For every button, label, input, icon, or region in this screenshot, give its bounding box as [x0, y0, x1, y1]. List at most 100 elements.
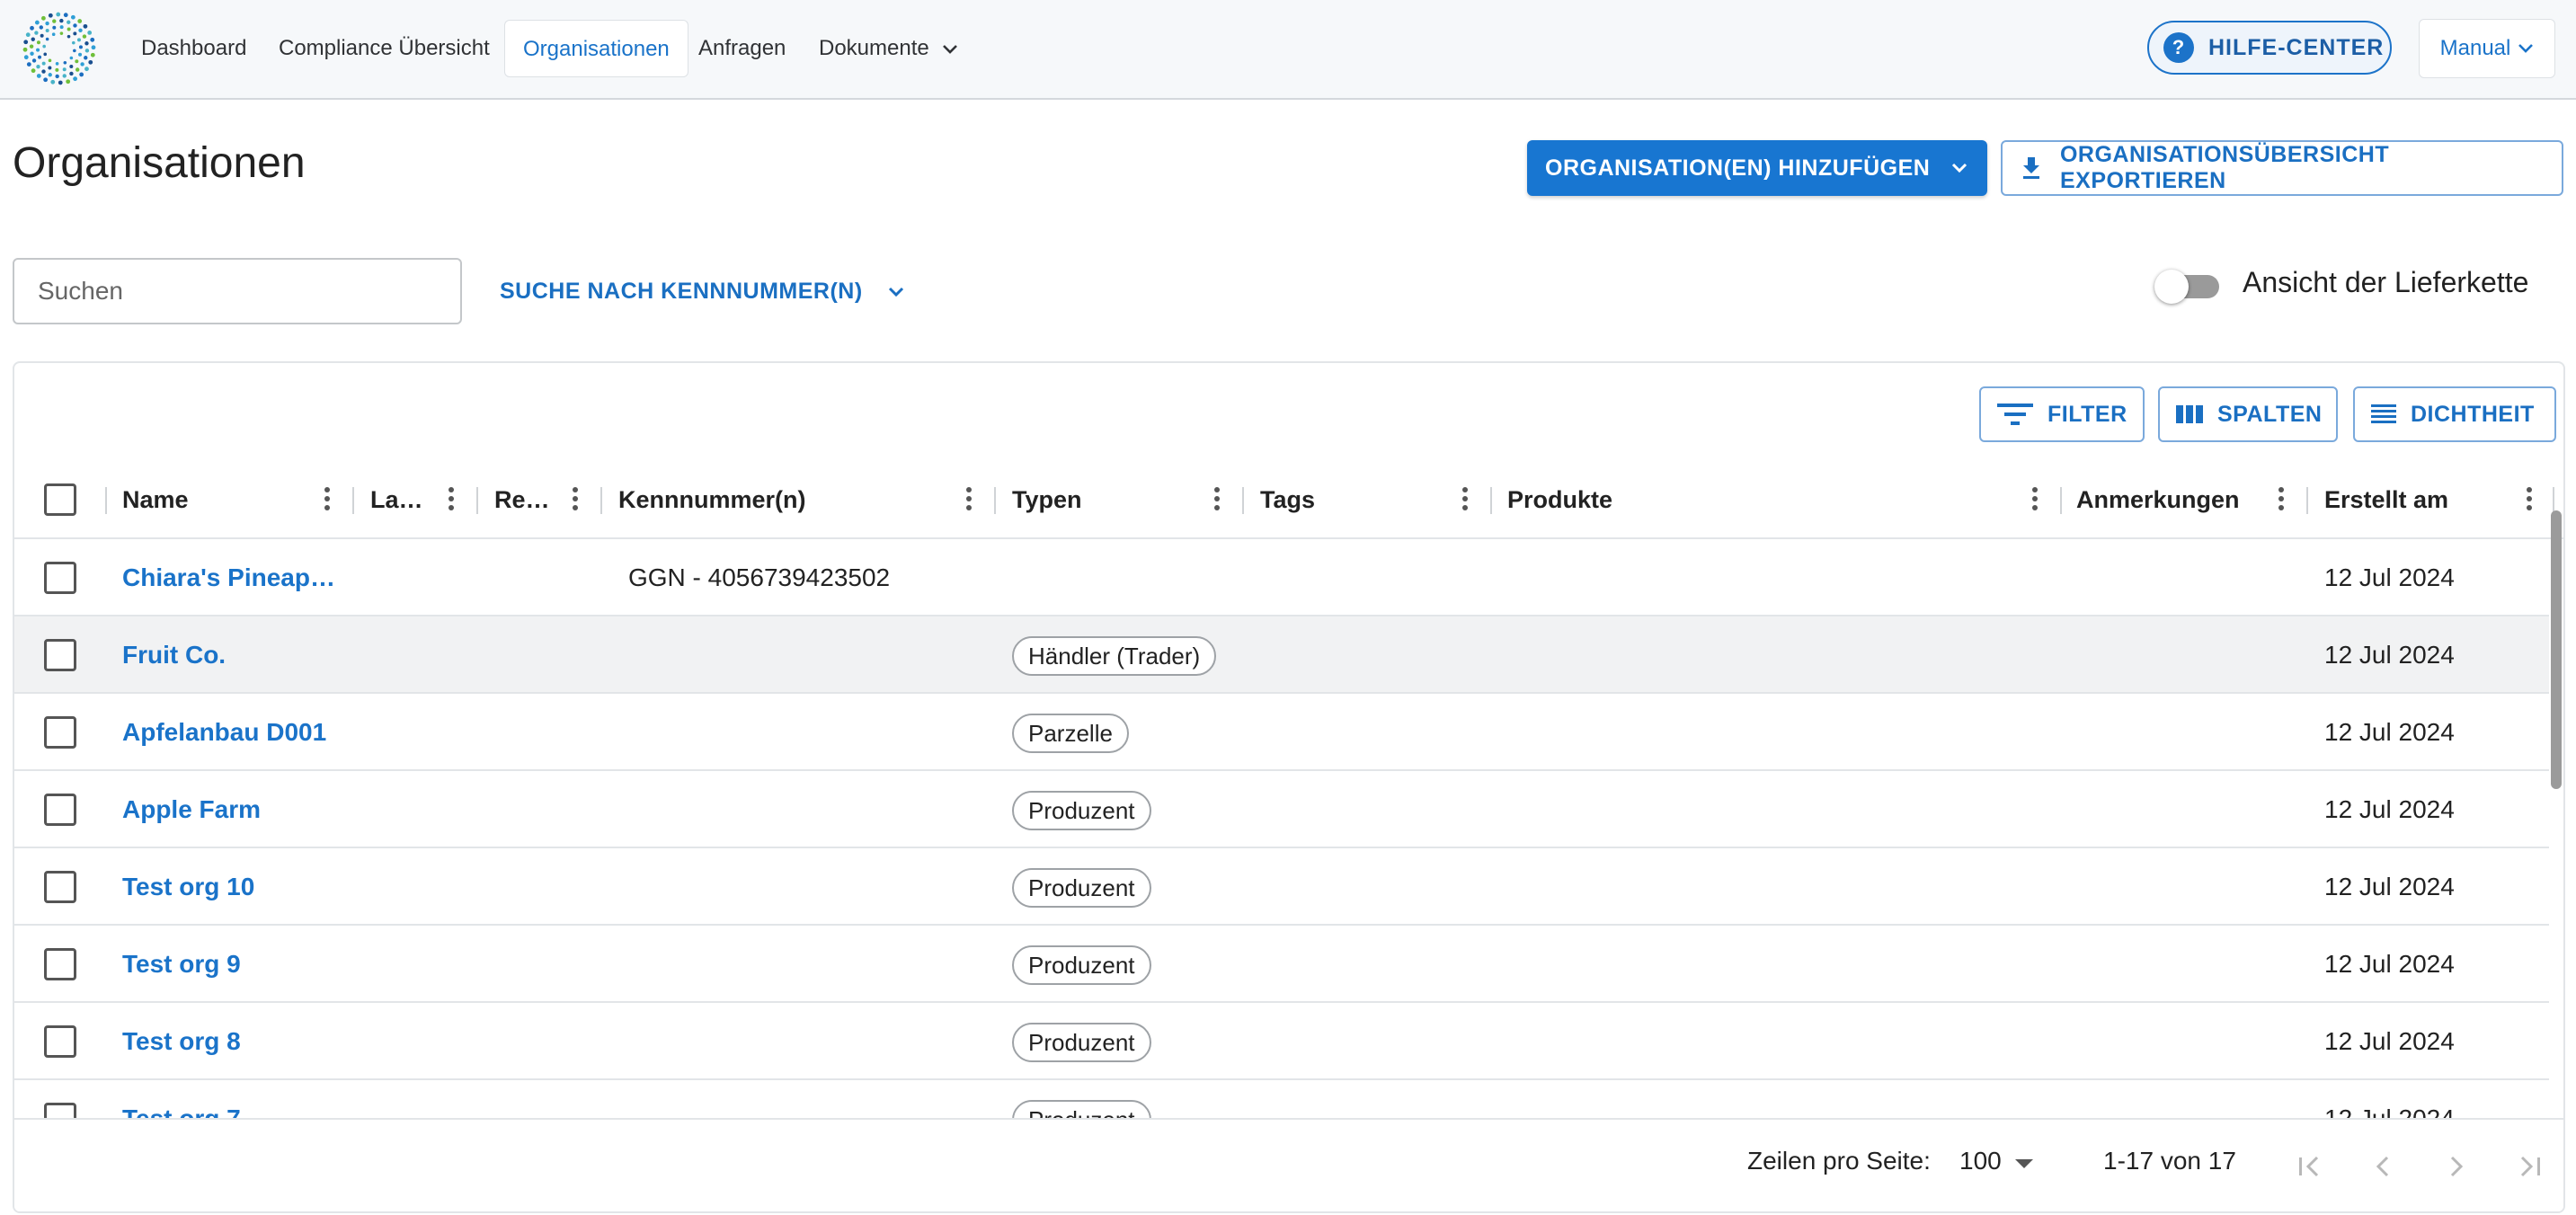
chevron-down-icon	[1951, 163, 1968, 173]
logo-icon[interactable]	[22, 11, 97, 86]
logo-dot	[67, 34, 71, 39]
logo-dot	[43, 77, 49, 83]
organisation-name-link[interactable]: Test org 10	[122, 848, 254, 926]
column-header-name[interactable]: Name	[122, 460, 320, 539]
table-scrollbar[interactable]	[2551, 510, 2562, 789]
column-header-tags[interactable]: Tags	[1260, 460, 1440, 539]
nav-item-organisationen[interactable]: Organisationen	[504, 20, 688, 77]
created-date-cell: 12 Jul 2024	[2324, 950, 2455, 978]
chevron-down-icon	[889, 288, 904, 297]
previous-page-icon[interactable]	[2367, 1150, 2400, 1183]
column-menu-icon[interactable]	[965, 487, 973, 514]
logo-dot	[30, 25, 34, 31]
organisation-name-link[interactable]: Fruit Co.	[122, 616, 226, 694]
column-header-anmerkungen[interactable]: Anmerkungen	[2076, 460, 2256, 539]
logo-dot	[29, 44, 34, 49]
column-header-erstellt-am[interactable]: Erstellt am	[2324, 460, 2504, 539]
download-icon	[2022, 157, 2039, 179]
logo-dot	[59, 18, 64, 23]
add-organisation-button[interactable]: ORGANISATION(EN) HINZUFÜGEN	[1527, 140, 1987, 196]
logo-dot	[59, 31, 64, 35]
row-checkbox[interactable]	[44, 948, 76, 980]
logo-dot	[73, 76, 77, 82]
manual-dropdown[interactable]: Manual	[2419, 19, 2555, 78]
column-menu-icon[interactable]	[2031, 487, 2039, 514]
column-menu-icon[interactable]	[324, 487, 331, 514]
created-date-cell: 12 Jul 2024	[2324, 563, 2455, 591]
logo-dot	[63, 60, 67, 65]
last-page-icon[interactable]	[2513, 1150, 2545, 1183]
organisation-name-link[interactable]: Apple Farm	[122, 771, 261, 848]
logo-dot	[36, 48, 40, 52]
column-menu-icon[interactable]	[2526, 487, 2533, 514]
column-menu-icon[interactable]	[2278, 487, 2285, 514]
logo-dot	[84, 49, 90, 53]
select-all-checkbox[interactable]	[44, 483, 76, 516]
next-page-icon[interactable]	[2439, 1150, 2472, 1183]
filter-icon	[1997, 404, 2033, 425]
add-organisation-label: ORGANISATION(EN) HINZUFÜGEN	[1545, 155, 1931, 181]
column-header-land[interactable]: La…	[370, 460, 424, 539]
search-by-id-label: SUCHE NACH KENNNUMMER(N)	[500, 279, 863, 304]
first-page-icon[interactable]	[2294, 1150, 2326, 1183]
nav-item-dashboard[interactable]: Dashboard	[123, 20, 264, 77]
density-button[interactable]: DICHTHEIT	[2353, 386, 2556, 442]
column-menu-icon[interactable]	[572, 487, 579, 514]
help-center-button[interactable]: ? HILFE-CENTER	[2147, 21, 2392, 75]
nav-item-dokumente[interactable]: Dokumente	[801, 20, 976, 77]
organisation-name-link[interactable]: Chiara's Pineapp…	[122, 539, 347, 616]
column-separator	[600, 487, 602, 514]
caret-down-icon[interactable]	[2015, 1159, 2033, 1170]
organisation-name-link[interactable]: Test org 9	[122, 926, 241, 1003]
help-icon: ?	[2163, 32, 2194, 63]
table-row[interactable]: Test org 8 Produzent 12 Jul 2024	[14, 1003, 2549, 1080]
logo-dot	[62, 74, 67, 78]
logo-dot	[48, 58, 52, 63]
nav-item-anfragen[interactable]: Anfragen	[680, 20, 804, 77]
row-checkbox[interactable]	[44, 1025, 76, 1058]
row-checkbox[interactable]	[44, 871, 76, 903]
table-row[interactable]: Chiara's Pineapp… GGN - 4056739423502 12…	[14, 539, 2549, 616]
search-by-id-button[interactable]: SUCHE NACH KENNNUMMER(N)	[500, 270, 905, 313]
logo-dot	[58, 80, 63, 85]
logo-dot	[51, 32, 56, 37]
column-header-produkte[interactable]: Produkte	[1507, 460, 1957, 539]
table-row[interactable]: Apple Farm Produzent 12 Jul 2024	[14, 771, 2549, 848]
nav-item-label: Dokumente	[819, 36, 929, 60]
table-row[interactable]: Fruit Co. Händler (Trader) 12 Jul 2024	[14, 616, 2549, 694]
table-row[interactable]: Test org 9 Produzent 12 Jul 2024	[14, 926, 2549, 1003]
row-checkbox[interactable]	[44, 639, 76, 671]
supply-chain-toggle[interactable]	[2154, 270, 2223, 304]
logo-dot	[78, 28, 83, 32]
column-menu-icon[interactable]	[1461, 487, 1469, 514]
column-menu-icon[interactable]	[1213, 487, 1221, 514]
export-overview-button[interactable]: ORGANISATIONSÜBERSICHT EXPORTIEREN	[2001, 140, 2563, 196]
logo-dot	[48, 13, 53, 18]
column-menu-icon[interactable]	[448, 487, 455, 514]
row-checkbox[interactable]	[44, 794, 76, 826]
logo-dot	[43, 52, 48, 57]
table-row[interactable]: Apfelanbau D001 Parzelle 12 Jul 2024	[14, 694, 2549, 771]
organisation-name-link[interactable]: Test org 8	[122, 1003, 241, 1080]
organisations-grid: FILTER SPALTEN DICHTHEIT Name La… Re… Ke…	[13, 361, 2565, 1213]
logo-dot	[55, 62, 59, 66]
column-header-kennnummer[interactable]: Kennnummer(n)	[618, 460, 942, 539]
row-checkbox[interactable]	[44, 562, 76, 594]
export-overview-label: ORGANISATIONSÜBERSICHT EXPORTIEREN	[2059, 142, 2390, 193]
logo-dot	[50, 79, 56, 84]
row-checkbox[interactable]	[44, 716, 76, 749]
filter-button[interactable]: FILTER	[1979, 386, 2145, 442]
logo-dot	[62, 67, 67, 72]
nav-item-compliance[interactable]: Compliance Übersicht	[261, 20, 508, 77]
column-header-region[interactable]: Re…	[494, 460, 548, 539]
search-input[interactable]	[13, 258, 462, 324]
rows-per-page-select[interactable]: 100	[1959, 1147, 2002, 1175]
logo-dot	[75, 59, 79, 64]
organisation-name-link[interactable]: Apfelanbau D001	[122, 694, 326, 771]
column-header-typen[interactable]: Typen	[1012, 460, 1192, 539]
logo-dot	[23, 55, 29, 60]
logo-dot	[41, 15, 46, 21]
table-row[interactable]: Test org 10 Produzent 12 Jul 2024	[14, 848, 2549, 926]
columns-button[interactable]: SPALTEN	[2158, 386, 2338, 442]
density-label: DICHTHEIT	[2411, 401, 2535, 427]
